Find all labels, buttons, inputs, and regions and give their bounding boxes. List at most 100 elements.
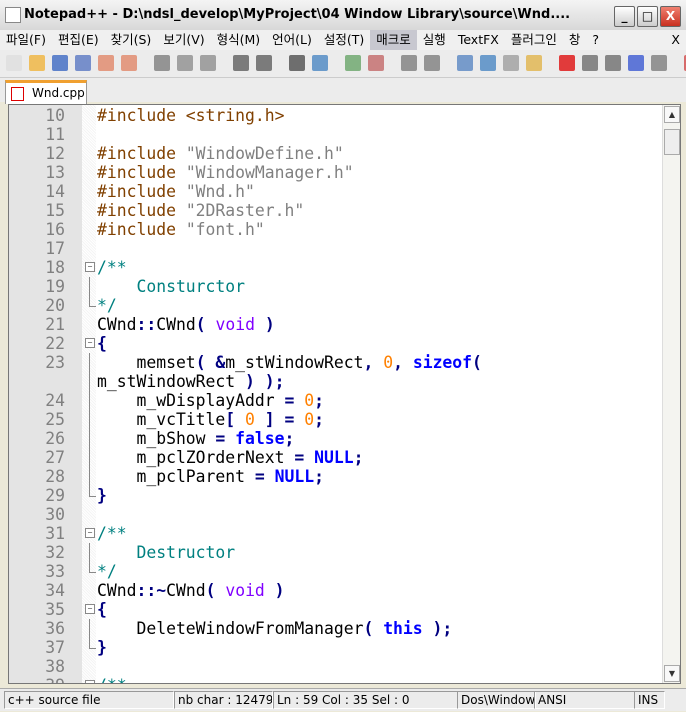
code-token: m_stWindowRect [225, 353, 364, 372]
line-number: 34 [45, 581, 65, 600]
scroll-up-arrow-icon[interactable]: ▲ [664, 106, 680, 123]
menu-item[interactable]: 실행 [417, 30, 452, 50]
code-text: m_wDisplayAddr = 0; [97, 391, 324, 410]
vertical-scrollbar[interactable]: ▲ ▼ [662, 105, 680, 683]
line-number: 13 [45, 163, 65, 182]
code-token: this [383, 619, 423, 638]
line-number: 37 [45, 638, 65, 657]
paste-icon[interactable] [200, 55, 216, 71]
code-token: = [284, 391, 305, 410]
close-button[interactable]: X [660, 6, 681, 27]
menu-item[interactable]: X [665, 30, 686, 50]
fold-toggle-icon[interactable]: − [85, 528, 95, 538]
close-all-icon[interactable] [121, 55, 137, 71]
fold-line [89, 562, 96, 573]
fold-line [89, 391, 90, 410]
code-token: ) ); [235, 372, 285, 391]
menu-item[interactable]: 매크로 [370, 30, 417, 50]
code-token: sizeof [412, 353, 473, 372]
code-text: m_bShow = false; [97, 429, 294, 448]
run-macro-multiple-icon[interactable] [628, 55, 644, 71]
line-number: 11 [45, 125, 65, 144]
code-text: m_stWindowRect ) ); [97, 372, 285, 391]
window-title: Notepad++ - D:\ndsl_develop\MyProject\04… [24, 7, 571, 22]
zoom-out-icon[interactable] [368, 55, 384, 71]
save-macro-icon[interactable] [651, 55, 667, 71]
stop-macro-icon[interactable] [582, 55, 598, 71]
menu-item[interactable]: ? [586, 30, 605, 50]
code-token: */ [97, 562, 117, 581]
new-file-icon[interactable] [6, 55, 22, 71]
close-icon[interactable] [98, 55, 114, 71]
line-number: 16 [45, 220, 65, 239]
open-file-icon[interactable] [29, 55, 45, 71]
tab-wnd-cpp[interactable]: Wnd.cpp [5, 80, 87, 104]
code-text: { [97, 334, 107, 353]
show-all-chars-icon[interactable] [480, 55, 496, 71]
fold-line [89, 372, 90, 391]
sync-h-icon[interactable] [424, 55, 440, 71]
code-token: void [215, 315, 255, 334]
maximize-button[interactable]: □ [637, 6, 658, 27]
fold-toggle-icon[interactable]: − [85, 604, 95, 614]
code-token: ( & [195, 353, 226, 372]
code-token: 0 [304, 410, 315, 429]
menu-item[interactable]: 편집(E) [52, 30, 105, 50]
menu-item[interactable]: 설정(T) [318, 30, 370, 50]
menu-item[interactable]: 창 [563, 30, 587, 50]
line-number: 21 [45, 315, 65, 334]
replace-icon[interactable] [312, 55, 328, 71]
fold-toggle-icon[interactable]: − [85, 338, 95, 348]
line-number: 12 [45, 144, 65, 163]
user-lang-icon[interactable] [526, 55, 542, 71]
redo-icon[interactable] [256, 55, 272, 71]
undo-icon[interactable] [233, 55, 249, 71]
save-icon[interactable] [52, 55, 68, 71]
copy-icon[interactable] [177, 55, 193, 71]
word-wrap-icon[interactable] [457, 55, 473, 71]
fold-line [89, 638, 96, 649]
code-token: ( [195, 315, 216, 334]
play-macro-icon[interactable] [605, 55, 621, 71]
code-text: #include "2DRaster.h" [97, 201, 304, 220]
fold-toggle-icon[interactable]: − [85, 262, 95, 272]
record-macro-icon[interactable] [559, 55, 575, 71]
code-text: CWnd::~CWnd( void ) [97, 581, 285, 600]
code-token: "Wnd.h" [185, 182, 255, 201]
fold-line [89, 543, 90, 562]
code-text: } [97, 638, 107, 657]
menu-item[interactable]: 언어(L) [266, 30, 318, 50]
code-token: , [363, 353, 384, 372]
code-token: memset [97, 353, 196, 372]
scroll-down-arrow-icon[interactable]: ▼ [664, 665, 680, 682]
indent-guide-icon[interactable] [503, 55, 519, 71]
sync-v-icon[interactable] [401, 55, 417, 71]
minimize-button[interactable]: _ [614, 6, 635, 27]
menu-item[interactable]: 보기(V) [157, 30, 210, 50]
find-icon[interactable] [289, 55, 305, 71]
menu-item[interactable]: 플러그인 [505, 30, 563, 50]
code-token: CWnd [156, 315, 196, 334]
line-number: 28 [45, 467, 65, 486]
code-editor[interactable]: 10 #include <string.h> 11 12 #include "Windo… [8, 104, 681, 684]
code-token: "WindowManager.h" [185, 163, 354, 182]
fold-toggle-icon[interactable]: − [85, 680, 95, 683]
fold-line [89, 448, 90, 467]
save-all-icon[interactable] [75, 55, 91, 71]
cut-icon[interactable] [154, 55, 170, 71]
menu-item[interactable]: 찾기(S) [105, 30, 158, 50]
code-text: #include "WindowDefine.h" [97, 144, 344, 163]
fold-line [89, 410, 90, 429]
code-token: , [393, 353, 413, 372]
code-token: false [235, 429, 285, 448]
code-token: m_pclParent [97, 467, 255, 486]
zoom-in-icon[interactable] [345, 55, 361, 71]
menu-item[interactable]: 파일(F) [0, 30, 52, 50]
menu-item[interactable]: 형식(M) [211, 30, 267, 50]
code-text: /** [97, 258, 127, 277]
scroll-thumb[interactable] [664, 129, 680, 155]
menu-item[interactable]: TextFX [452, 30, 505, 50]
code-token: /** [97, 258, 127, 277]
code-token: ( [363, 619, 384, 638]
code-token: CWnd [97, 581, 137, 600]
